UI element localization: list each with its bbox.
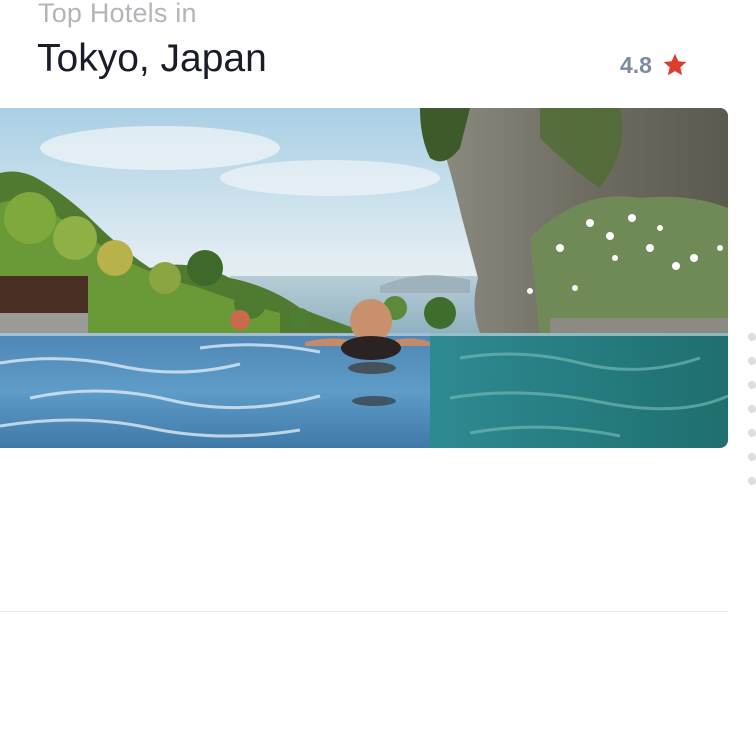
pager-dot[interactable]: [748, 453, 756, 461]
pager-dot[interactable]: [748, 381, 756, 389]
pager-dot[interactable]: [748, 405, 756, 413]
pager-dot[interactable]: [748, 333, 756, 341]
pager-dot[interactable]: [748, 429, 756, 437]
star-icon: [663, 53, 687, 76]
carousel-pager: [748, 333, 756, 485]
rating: 4.8: [620, 51, 688, 79]
divider: [0, 611, 728, 612]
pager-dot[interactable]: [748, 357, 756, 365]
hotel-card-screen: Top Hotels in Tokyo, Japan 4.8: [0, 0, 756, 732]
rating-value: 4.8: [620, 52, 652, 78]
city-title: Tokyo, Japan: [37, 37, 267, 80]
section-subtitle: Top Hotels in: [38, 0, 197, 28]
pager-dot[interactable]: [748, 477, 756, 485]
hero-image[interactable]: [0, 108, 728, 448]
